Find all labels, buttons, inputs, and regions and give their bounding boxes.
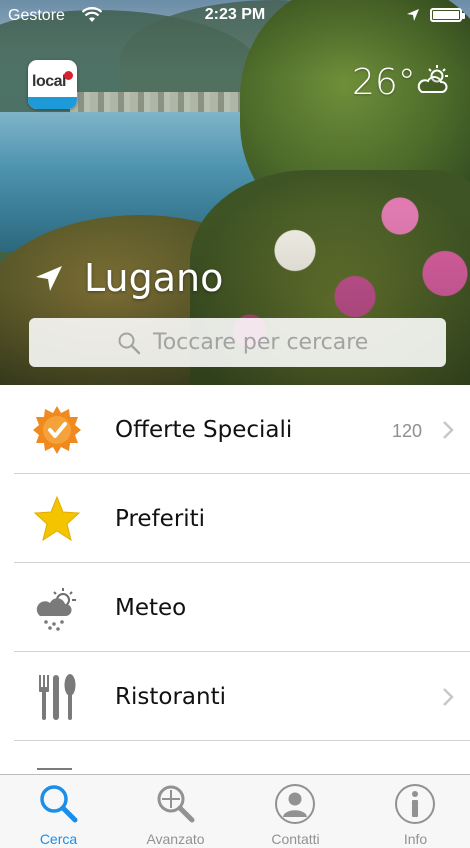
search-field[interactable]: Toccare per cercare bbox=[29, 318, 446, 367]
status-bar: Gestore 2:23 PM bbox=[0, 0, 470, 32]
app-logo[interactable]: local bbox=[28, 60, 77, 109]
location-arrow-icon[interactable] bbox=[34, 264, 64, 297]
weather-icon bbox=[32, 583, 82, 633]
battery-icon bbox=[430, 8, 465, 22]
menu-item-preferiti[interactable]: Preferiti bbox=[0, 474, 470, 563]
tab-avanzato[interactable]: Avanzato bbox=[117, 775, 234, 848]
star-icon bbox=[32, 494, 82, 544]
search-icon bbox=[117, 331, 141, 360]
chevron-right-icon bbox=[442, 687, 454, 712]
menu-item-ristoranti[interactable]: Ristoranti bbox=[0, 652, 470, 741]
contacts-icon bbox=[274, 783, 316, 825]
advanced-search-icon bbox=[154, 783, 196, 825]
status-time: 2:23 PM bbox=[204, 6, 266, 23]
header-hero-image: Gestore 2:23 PM local 26° Lugano Toccare… bbox=[0, 0, 470, 385]
menu-item-label: Offerte Speciali bbox=[115, 417, 293, 443]
chevron-right-icon bbox=[442, 420, 454, 445]
info-icon bbox=[394, 783, 436, 825]
tab-label: Cerca bbox=[39, 831, 78, 847]
logo-text: local bbox=[32, 73, 66, 90]
menu-item-label: Preferiti bbox=[115, 506, 206, 532]
tab-contatti[interactable]: Contatti bbox=[237, 775, 354, 848]
search-icon bbox=[37, 783, 79, 825]
logo-band bbox=[28, 97, 77, 109]
special-offer-badge-icon bbox=[32, 405, 82, 455]
menu-item-label: Ristoranti bbox=[115, 684, 226, 710]
menu-item-label: Meteo bbox=[115, 595, 187, 621]
tab-bar: Cerca Avanzato Contatti Info bbox=[0, 774, 470, 848]
temperature-readout[interactable]: 26° bbox=[352, 62, 416, 103]
tab-label: Avanzato bbox=[146, 831, 205, 847]
tab-label: Info bbox=[403, 831, 428, 847]
offer-count: 120 bbox=[391, 421, 422, 441]
main-menu-list: Offerte Speciali 120 Preferiti Meteo Ris… bbox=[0, 385, 470, 830]
tab-label: Contatti bbox=[271, 831, 320, 847]
logo-dot bbox=[64, 71, 73, 80]
tab-info[interactable]: Info bbox=[357, 775, 470, 848]
menu-item-offerte-speciali[interactable]: Offerte Speciali 120 bbox=[0, 385, 470, 474]
menu-item-meteo[interactable]: Meteo bbox=[0, 563, 470, 652]
location-services-icon bbox=[406, 8, 420, 27]
search-placeholder: Toccare per cercare bbox=[153, 330, 369, 355]
partly-cloudy-icon[interactable] bbox=[416, 64, 450, 101]
city-name[interactable]: Lugano bbox=[84, 256, 223, 300]
cutlery-icon bbox=[32, 672, 82, 722]
tab-cerca[interactable]: Cerca bbox=[0, 775, 117, 848]
